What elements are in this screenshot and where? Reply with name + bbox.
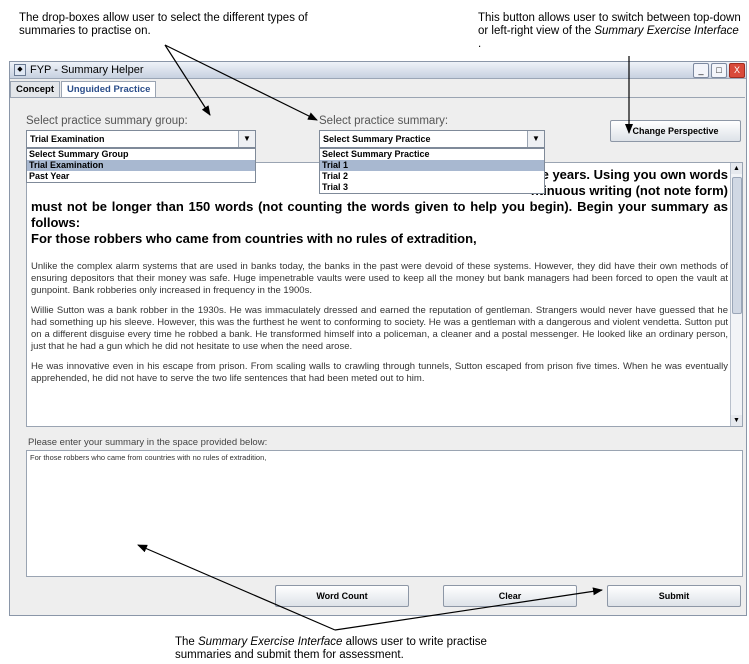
scroll-down-icon[interactable]: ▼ bbox=[731, 415, 742, 426]
question-line-3: must not be longer than 150 words (not c… bbox=[31, 199, 728, 230]
summary-select-value: Select Summary Practice bbox=[323, 134, 431, 144]
window-controls: _ □ X bbox=[693, 62, 745, 78]
group-select[interactable]: Trial Examination ▼ bbox=[26, 130, 256, 148]
summary-option[interactable]: Trial 3 bbox=[320, 182, 544, 193]
tab-bar: Concept Unguided Practice bbox=[10, 81, 157, 98]
passage-area[interactable]: e years. Using you own words ntinuous wr… bbox=[26, 162, 743, 427]
summary-option[interactable]: Select Summary Practice bbox=[320, 149, 544, 160]
group-select-value: Trial Examination bbox=[30, 134, 105, 144]
minimize-icon[interactable]: _ bbox=[693, 62, 709, 78]
passage-paragraph: Unlike the complex alarm systems that ar… bbox=[31, 261, 728, 296]
passage-paragraph: He was innovative even in his escape fro… bbox=[31, 361, 728, 384]
annotation-emphasis: Summary Exercise Interface bbox=[198, 636, 343, 648]
close-icon[interactable]: X bbox=[729, 62, 745, 78]
app-icon: ◆ bbox=[14, 64, 26, 76]
group-option[interactable]: Select Summary Group bbox=[27, 149, 255, 160]
passage-text: e years. Using you own words ntinuous wr… bbox=[31, 167, 728, 393]
chevron-down-icon[interactable]: ▼ bbox=[238, 131, 255, 147]
passage-scrollbar[interactable]: ▲ ▼ bbox=[730, 163, 742, 426]
summary-select[interactable]: Select Summary Practice ▼ bbox=[319, 130, 545, 148]
group-option-selected[interactable]: Trial Examination bbox=[27, 160, 255, 171]
app-window: ◆ FYP - Summary Helper _ □ X Concept Ung… bbox=[9, 61, 747, 616]
summary-dropdown-list: Select Summary Practice Trial 1 Trial 2 … bbox=[319, 148, 545, 194]
summary-prompt: Please enter your summary in the space p… bbox=[28, 437, 268, 448]
summary-input[interactable]: For those robbers who came from countrie… bbox=[26, 450, 743, 577]
word-count-button[interactable]: Word Count bbox=[275, 585, 409, 607]
group-option[interactable]: Past Year bbox=[27, 171, 255, 182]
group-dropdown-list: Select Summary Group Trial Examination P… bbox=[26, 148, 256, 183]
unguided-practice-panel: Select practice summary group: Trial Exa… bbox=[11, 97, 745, 616]
clear-button[interactable]: Clear bbox=[443, 585, 577, 607]
scroll-up-icon[interactable]: ▲ bbox=[731, 163, 742, 174]
tab-unguided-practice[interactable]: Unguided Practice bbox=[61, 81, 157, 98]
annotation-dropboxes: The drop-boxes allow user to select the … bbox=[19, 12, 308, 37]
summary-select-label: Select practice summary: bbox=[319, 115, 449, 127]
chevron-down-icon[interactable]: ▼ bbox=[527, 131, 544, 147]
group-select-label: Select practice summary group: bbox=[26, 115, 188, 127]
window-title: FYP - Summary Helper bbox=[30, 64, 144, 76]
passage-paragraph: Willie Sutton was a bank robber in the 1… bbox=[31, 305, 728, 352]
summary-option[interactable]: Trial 2 bbox=[320, 171, 544, 182]
change-perspective-button[interactable]: Change Perspective bbox=[610, 120, 741, 142]
annotation-text-start: The bbox=[175, 636, 199, 648]
annotation-emphasis: Summary Exercise Interface bbox=[594, 25, 739, 37]
tab-concept[interactable]: Concept bbox=[10, 81, 60, 98]
annotation-change-perspective: This button allows user to switch betwee… bbox=[478, 12, 743, 51]
question-line-4: For those robbers who came from countrie… bbox=[31, 231, 477, 246]
annotation-summary-interface: The Summary Exercise Interface allows us… bbox=[175, 636, 505, 662]
title-bar: ◆ FYP - Summary Helper _ □ X bbox=[10, 62, 746, 79]
annotation-text-end: . bbox=[478, 38, 482, 50]
submit-button[interactable]: Submit bbox=[607, 585, 741, 607]
summary-option-selected[interactable]: Trial 1 bbox=[320, 160, 544, 171]
scroll-thumb[interactable] bbox=[732, 177, 742, 314]
maximize-icon[interactable]: □ bbox=[711, 62, 727, 78]
